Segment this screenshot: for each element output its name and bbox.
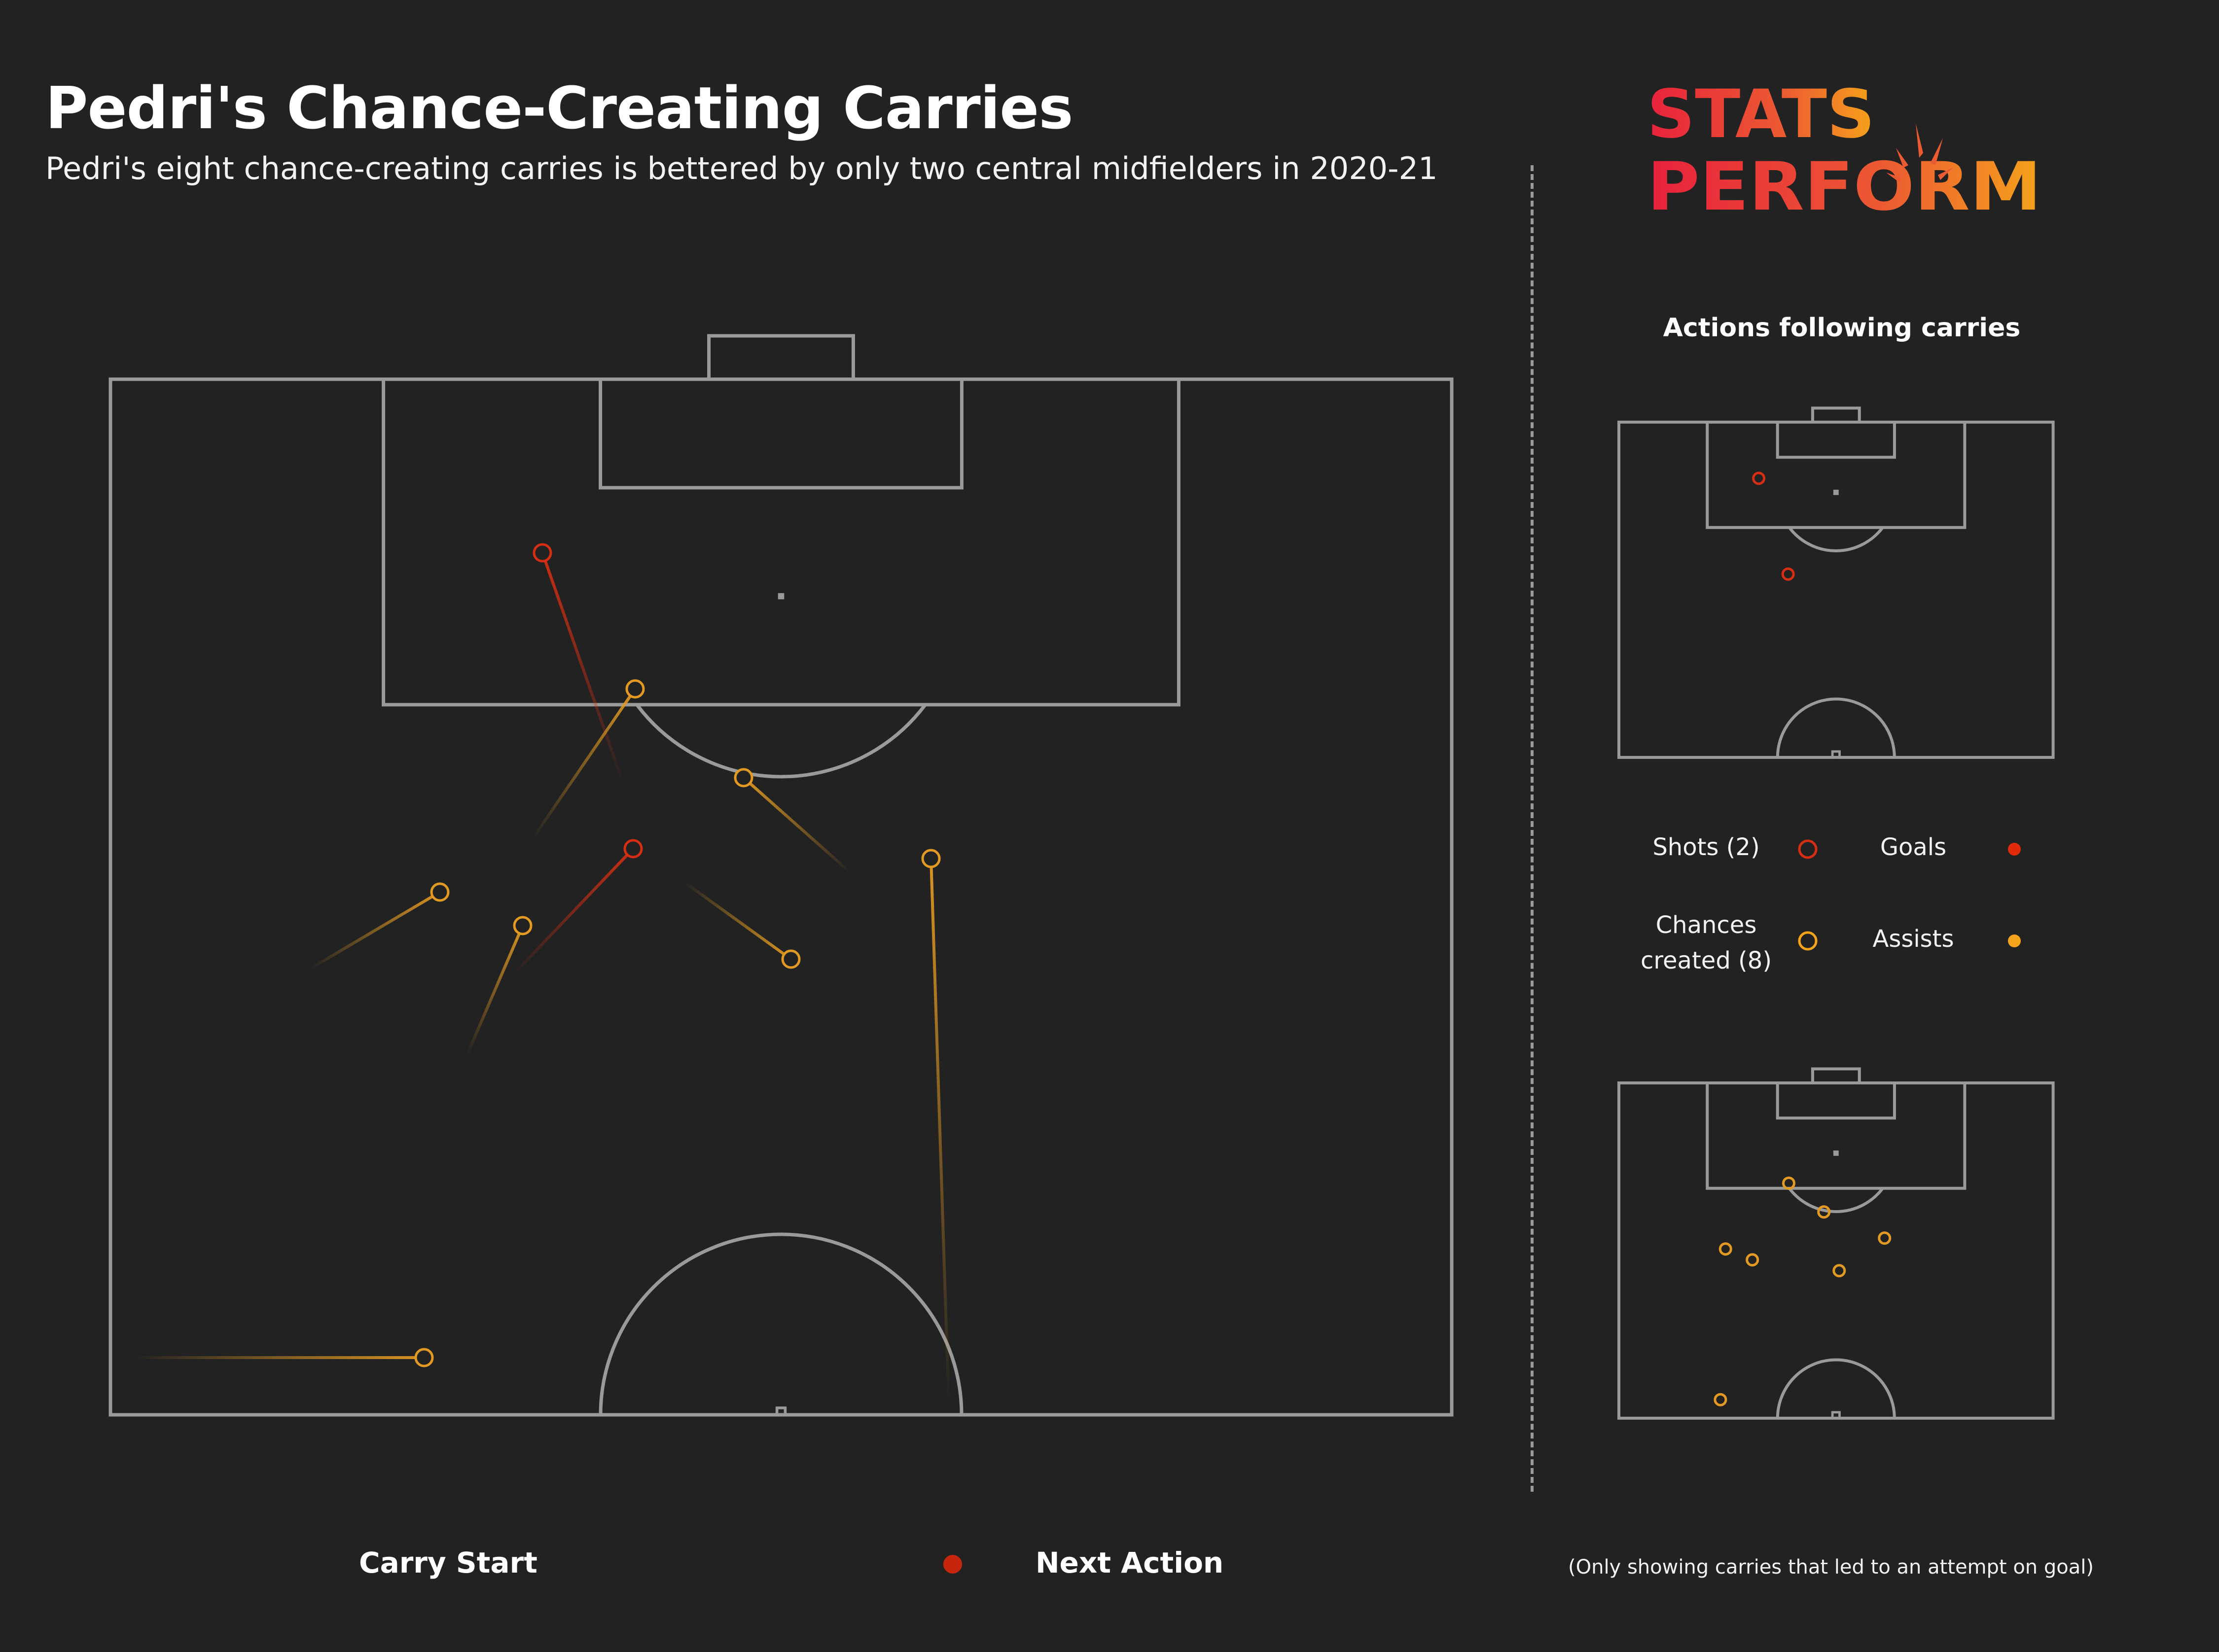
legend-assists-label: Assists: [1872, 925, 1954, 953]
carry-end-chance: [513, 916, 533, 935]
centre-spot: [1831, 1411, 1841, 1420]
pitch-outline: [1617, 1081, 2055, 1420]
shot-marker: [1752, 471, 1766, 485]
legend-marker-filled: [2008, 843, 2021, 856]
carry-start-label: Carry Start: [359, 1546, 537, 1580]
penalty-arc: [1788, 1187, 1884, 1213]
six-yard-box: [599, 377, 964, 490]
legend-marker-filled: [2008, 934, 2021, 947]
goal: [1811, 406, 1861, 424]
pitch-outline: [108, 377, 1454, 1417]
penalty-box: [1706, 421, 1967, 529]
centre-circle: [1776, 1359, 1896, 1418]
legend-chances-label: Chances created (8): [1640, 911, 1772, 974]
chance-marker: [1746, 1253, 1759, 1267]
carry-end-chance: [430, 882, 450, 902]
carry-end-chance: [781, 949, 801, 969]
chance-marker: [1878, 1231, 1892, 1245]
carry-end-chance: [625, 679, 645, 699]
carry-line-chance: [466, 925, 524, 1055]
legend-next-action-dot: [943, 1555, 962, 1574]
small-pitch-chances: [1617, 1067, 2055, 1420]
carry-line-chance: [531, 688, 637, 840]
carry-line-shot: [541, 552, 625, 784]
goal: [707, 334, 855, 381]
legend-marker-open: [1798, 839, 1818, 859]
legend-goals-label: Goals: [1880, 833, 1947, 861]
legend-shots-label: Shots (2): [1652, 833, 1760, 861]
centre-spot: [775, 1406, 787, 1416]
centre-circle: [599, 1232, 964, 1415]
next-action-label: Next Action: [1036, 1546, 1224, 1580]
centre-circle: [1776, 698, 1896, 757]
penalty-spot: [1833, 490, 1839, 495]
penalty-box: [382, 377, 1181, 707]
penalty-arc: [1788, 526, 1884, 552]
penalty-spot: [1833, 1150, 1839, 1156]
carry-line-chance: [309, 891, 441, 970]
penalty-box: [1706, 1081, 1967, 1190]
chance-marker: [1714, 1393, 1727, 1406]
legend-marker-open: [1798, 931, 1818, 951]
pitch-outline: [1617, 421, 2055, 759]
carry-end-chance: [921, 849, 941, 868]
goal: [1811, 1067, 1861, 1085]
main-pitch: [108, 334, 1454, 1417]
penalty-spot: [778, 593, 785, 600]
six-yard-box: [1776, 421, 1896, 459]
six-yard-box: [1776, 1081, 1896, 1120]
carry-end-shot: [533, 543, 552, 563]
chance-marker: [1832, 1264, 1846, 1278]
carry-line-chance: [743, 776, 851, 874]
chance-marker: [1718, 1242, 1732, 1256]
shot-marker: [1781, 567, 1795, 581]
small-pitch-shots: [1617, 406, 2055, 759]
carry-layer: [134, 543, 950, 1403]
carry-end-chance: [414, 1348, 434, 1367]
carry-line-chance: [683, 881, 792, 961]
carry-line-shot: [511, 847, 635, 976]
chart-canvas: [108, 334, 2055, 1574]
carry-end-shot: [623, 839, 643, 859]
penalty-arc: [635, 703, 927, 779]
centre-spot: [1831, 750, 1841, 759]
footnote: (Only showing carries that led to an att…: [1568, 1556, 2094, 1579]
carry-end-chance: [734, 768, 753, 788]
